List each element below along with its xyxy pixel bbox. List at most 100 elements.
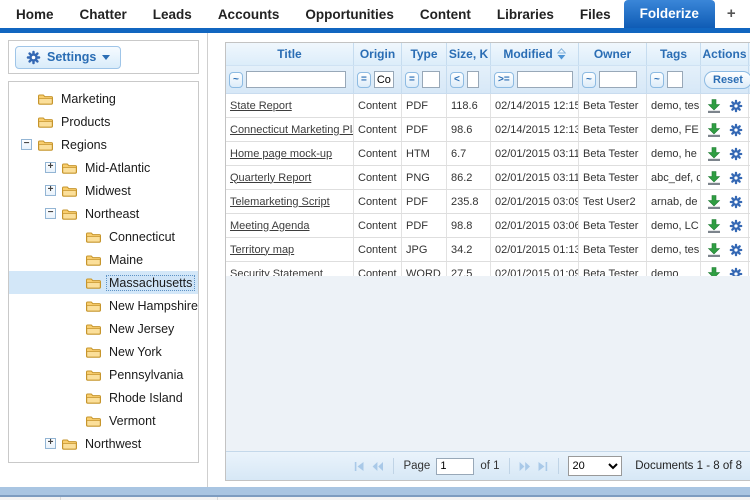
column-header-tags[interactable]: Tags [647,43,701,65]
origin-cell: Content [354,94,402,117]
previous-page-icon[interactable] [372,461,384,472]
tree-item-midwest[interactable]: +Midwest [9,179,198,202]
collapse-toggle-icon[interactable]: − [21,139,32,150]
type-filter-cell: = [402,66,447,93]
download-icon[interactable] [707,99,721,113]
gear-icon[interactable] [729,243,743,257]
nav-tab-content[interactable]: Content [407,2,484,28]
size-k-filter-input[interactable] [467,71,479,88]
nav-tab-chatter[interactable]: Chatter [67,2,140,28]
gear-icon[interactable] [729,219,743,233]
nav-tab-home[interactable]: Home [3,2,67,28]
tree-item-new-hampshire[interactable]: New Hampshire [9,294,198,317]
owner-cell: Beta Tester [579,238,647,261]
tree-item-pennsylvania[interactable]: Pennsylvania [9,363,198,386]
column-header-actions[interactable]: Actions [701,43,749,65]
nav-tab-libraries[interactable]: Libraries [484,2,567,28]
document-link[interactable]: Connecticut Marketing Plan [230,124,354,136]
expand-toggle-icon[interactable]: + [45,438,56,449]
gear-icon[interactable] [729,171,743,185]
document-link[interactable]: Home page mock-up [230,148,332,160]
tree-item-products[interactable]: Products [9,110,198,133]
last-page-icon[interactable] [537,461,549,472]
add-tab-button[interactable]: + [715,0,748,28]
tags-cell: abc_def, c [647,166,701,189]
tree-item-maine[interactable]: Maine [9,248,198,271]
size-k-filter-operator-button[interactable]: < [450,72,464,88]
nav-tab-accounts[interactable]: Accounts [205,2,293,28]
title-cell: Connecticut Marketing Plan [226,118,354,141]
tree-item-connecticut[interactable]: Connecticut [9,225,198,248]
column-header-type[interactable]: Type [402,43,447,65]
gear-icon[interactable] [729,147,743,161]
owner-filter-operator-button[interactable]: ~ [582,72,596,88]
download-icon[interactable] [707,195,721,209]
owner-filter-input[interactable] [599,71,637,88]
actions-cell [701,166,749,189]
download-icon[interactable] [707,219,721,233]
title-filter-input[interactable] [246,71,346,88]
column-header-owner[interactable]: Owner [579,43,647,65]
first-page-icon[interactable] [354,461,366,472]
document-link[interactable]: State Report [230,100,292,112]
type-filter-input[interactable] [422,71,440,88]
tags-cell: demo, FE [647,118,701,141]
column-header-modified[interactable]: Modified [491,43,579,65]
download-icon[interactable] [707,147,721,161]
nav-tab-folderize[interactable]: Folderize [624,0,715,28]
page-input[interactable] [436,458,474,475]
type-filter-operator-button[interactable]: = [405,72,419,88]
column-header-size-k[interactable]: Size, K [447,43,491,65]
document-link[interactable]: Territory map [230,244,294,256]
folder-icon [85,253,102,267]
tree-item-massachusetts[interactable]: Massachusetts [9,271,198,294]
settings-button[interactable]: Settings [15,46,121,69]
reset-filters-button[interactable]: Reset [704,71,750,89]
horizontal-scrollbar[interactable] [0,487,750,497]
download-icon[interactable] [707,243,721,257]
modified-filter-input[interactable] [517,71,573,88]
download-icon[interactable] [707,171,721,185]
tags-filter-operator-button[interactable]: ~ [650,72,664,88]
gear-icon[interactable] [729,99,743,113]
size-cell: 98.6 [447,118,491,141]
gear-icon[interactable] [729,195,743,209]
tree-item-rhode-island[interactable]: Rhode Island [9,386,198,409]
actions-cell [701,142,749,165]
tree-item-northeast[interactable]: −Northeast [9,202,198,225]
tree-item-marketing[interactable]: Marketing [9,87,198,110]
settings-panel: Settings [8,40,199,74]
download-icon[interactable] [707,123,721,137]
tree-item-mid-atlantic[interactable]: +Mid-Atlantic [9,156,198,179]
tree-item-regions[interactable]: −Regions [9,133,198,156]
folder-icon [37,92,54,106]
collapse-toggle-icon[interactable]: − [45,208,56,219]
sort-arrows-icon[interactable] [557,48,566,60]
nav-tab-files[interactable]: Files [567,2,624,28]
page-size-select[interactable]: 20 [568,456,622,476]
tree-item-northwest[interactable]: +Northwest [9,432,198,455]
tree-item-new-york[interactable]: New York [9,340,198,363]
gear-icon[interactable] [729,123,743,137]
size-cell: 118.6 [447,94,491,117]
column-header-title[interactable]: Title [226,43,354,65]
document-link[interactable]: Quarterly Report [230,172,311,184]
tree-item-new-jersey[interactable]: New Jersey [9,317,198,340]
tree-item-vermont[interactable]: Vermont [9,409,198,432]
tags-filter-input[interactable] [667,71,683,88]
document-link[interactable]: Telemarketing Script [230,196,330,208]
tree-item-label: Pennsylvania [107,368,185,382]
nav-tab-opportunities[interactable]: Opportunities [292,2,407,28]
column-header-origin[interactable]: Origin [354,43,402,65]
expand-toggle-icon[interactable]: + [45,185,56,196]
modified-filter-operator-button[interactable]: >= [494,72,514,88]
nav-tab-leads[interactable]: Leads [140,2,205,28]
origin-filter-operator-button[interactable]: = [357,72,371,88]
origin-filter-input[interactable] [374,71,394,88]
next-page-icon[interactable] [519,461,531,472]
title-filter-operator-button[interactable]: ~ [229,72,243,88]
folder-icon [61,207,78,221]
actions-filter-cell: Reset [701,66,749,93]
document-link[interactable]: Meeting Agenda [230,220,310,232]
expand-toggle-icon[interactable]: + [45,162,56,173]
